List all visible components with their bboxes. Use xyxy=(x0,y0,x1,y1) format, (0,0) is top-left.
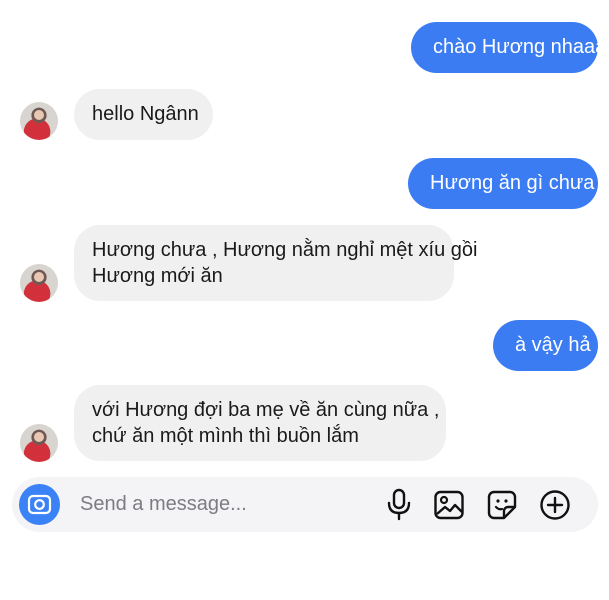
camera-icon xyxy=(19,494,60,529)
message-text-line: với Hương đợi ba mẹ về ăn cùng nữa , xyxy=(92,399,440,421)
sticker-icon xyxy=(486,489,518,521)
sticker-button[interactable] xyxy=(485,488,519,522)
microphone-button[interactable] xyxy=(382,488,416,522)
add-icon xyxy=(539,489,571,521)
incoming-message[interactable]: với Hương đợi ba mẹ về ăn cùng nữa , chứ… xyxy=(74,385,446,461)
message-text: Hương ăn gì chưa xyxy=(430,172,595,194)
outgoing-message[interactable]: à vậy hả xyxy=(493,320,598,371)
message-composer xyxy=(12,477,598,532)
avatar[interactable] xyxy=(20,102,58,140)
gallery-icon xyxy=(433,489,465,521)
incoming-message[interactable]: Hương chưa , Hương nằm nghỉ mệt xíu gồi … xyxy=(74,225,478,301)
message-text-line: chứ ăn một mình thì buồn lắm xyxy=(92,425,359,447)
outgoing-message[interactable]: Hương ăn gì chưa xyxy=(408,158,598,209)
add-button[interactable] xyxy=(538,488,572,522)
message-text-line: Hương mới ăn xyxy=(92,265,223,287)
message-text: hello Ngânn xyxy=(92,103,199,125)
incoming-message[interactable]: hello Ngânn xyxy=(74,89,213,140)
gallery-button[interactable] xyxy=(432,488,466,522)
outgoing-message[interactable]: chào Hương nhaaa xyxy=(411,22,606,73)
avatar[interactable] xyxy=(20,424,58,462)
microphone-icon xyxy=(384,488,414,522)
message-input[interactable] xyxy=(80,489,380,519)
message-text-line: Hương chưa , Hương nằm nghỉ mệt xíu gồi xyxy=(92,239,478,261)
message-text: à vậy hả xyxy=(515,334,591,356)
message-text: chào Hương nhaaa xyxy=(433,36,607,58)
camera-button[interactable] xyxy=(19,484,60,525)
avatar[interactable] xyxy=(20,264,58,302)
